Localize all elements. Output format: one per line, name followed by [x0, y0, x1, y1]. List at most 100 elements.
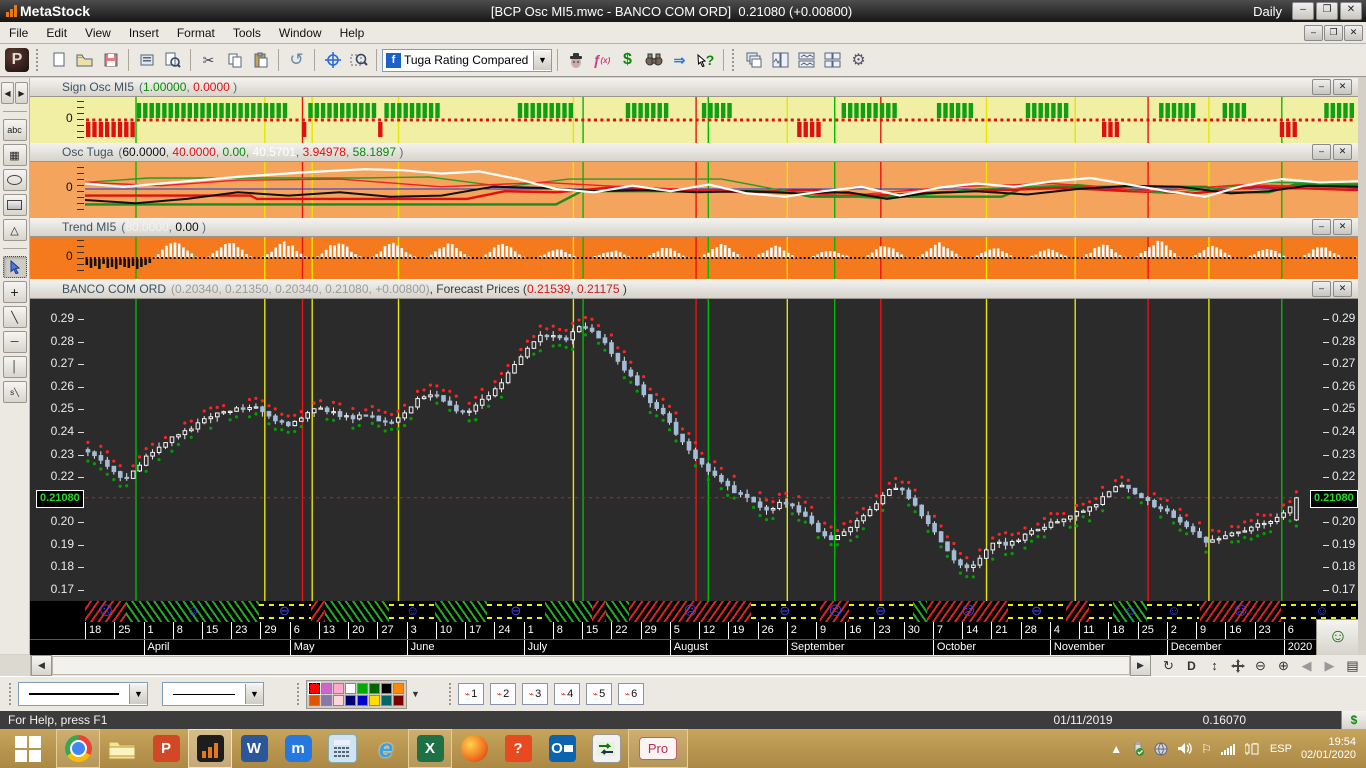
action-center-flag-icon[interactable]: ⚐: [1201, 742, 1212, 756]
taskbar-downloader[interactable]: [584, 729, 628, 768]
color-swatch[interactable]: [369, 695, 380, 706]
panel-minimize-button[interactable]: –: [1312, 219, 1331, 235]
taskbar-excel[interactable]: X: [408, 729, 452, 768]
taskbar-file-explorer[interactable]: [100, 729, 144, 768]
page-next-button[interactable]: ▶: [1318, 656, 1341, 675]
zoom-preset-2-button[interactable]: ⌁2: [490, 683, 516, 705]
color-swatch[interactable]: [393, 683, 404, 694]
panel-close-button[interactable]: ✕: [1333, 79, 1352, 95]
fit-vertical-button[interactable]: ↕: [1203, 656, 1226, 675]
color-swatch[interactable]: [381, 695, 392, 706]
menu-view[interactable]: View: [76, 24, 120, 42]
horizontal-line-tool[interactable]: ─: [3, 331, 27, 353]
tile-horizontal-button[interactable]: [794, 48, 819, 73]
open-chart-button[interactable]: [72, 48, 97, 73]
color-swatch[interactable]: [357, 695, 368, 706]
color-swatch[interactable]: [309, 695, 320, 706]
sign-osc-plot[interactable]: [85, 97, 1358, 143]
menu-tools[interactable]: Tools: [224, 24, 270, 42]
zoom-preset-4-button[interactable]: ⌁4: [554, 683, 580, 705]
battery-icon[interactable]: [1245, 743, 1261, 755]
candlestick-plot[interactable]: [85, 299, 1300, 601]
copy-button[interactable]: [222, 48, 247, 73]
paste-button[interactable]: [248, 48, 273, 73]
options-gear-button[interactable]: ⚙: [846, 48, 871, 73]
indicator-quicklist-combo[interactable]: f Tuga Rating Compared ▼: [382, 49, 552, 72]
color-swatch[interactable]: [357, 683, 368, 694]
line-weight-combo[interactable]: ▼: [162, 682, 264, 706]
signal-icon[interactable]: [1221, 743, 1236, 755]
expert-advisor-button[interactable]: [563, 48, 588, 73]
ellipse-tool[interactable]: [3, 169, 27, 191]
zoom-preset-6-button[interactable]: ⌁6: [618, 683, 644, 705]
vertical-line-tool[interactable]: │: [3, 356, 27, 378]
scroll-left-button[interactable]: ◀: [31, 655, 52, 676]
taskbar-maxthon[interactable]: m: [276, 729, 320, 768]
line-style-combo[interactable]: ▼: [18, 682, 148, 706]
downloader-button[interactable]: ⇒: [667, 48, 692, 73]
smiley-indicator-button[interactable]: ☺: [1316, 619, 1358, 655]
taskbar-chrome[interactable]: [56, 729, 100, 768]
taskbar-calculator[interactable]: [320, 729, 364, 768]
explorer-button[interactable]: [641, 48, 666, 73]
color-swatch[interactable]: [381, 683, 392, 694]
taskbar-pro[interactable]: Pro: [628, 729, 688, 768]
zoom-preset-5-button[interactable]: ⌁5: [586, 683, 612, 705]
grid-tool[interactable]: ▦: [3, 144, 27, 166]
system-tester-button[interactable]: $: [615, 48, 640, 73]
color-swatch[interactable]: [321, 683, 332, 694]
usb-icon[interactable]: [1131, 742, 1145, 756]
palette-dropdown-arrow[interactable]: ▼: [411, 689, 420, 699]
panel-minimize-button[interactable]: –: [1312, 144, 1331, 160]
trend-mi5-panel[interactable]: 0: [30, 237, 1358, 279]
crosshair-pointer-tool[interactable]: +: [3, 281, 27, 303]
zoom-in-button[interactable]: ⊕: [1272, 656, 1295, 675]
cut-button[interactable]: ✂: [196, 48, 221, 73]
chart-menu-button[interactable]: ▤: [1341, 656, 1364, 675]
pointer-tool[interactable]: [3, 256, 27, 278]
panel-close-button[interactable]: ✕: [1333, 144, 1352, 160]
menu-window[interactable]: Window: [270, 24, 331, 42]
taskbar-help[interactable]: ?: [496, 729, 540, 768]
network-icon[interactable]: [1154, 742, 1168, 756]
color-swatch[interactable]: [333, 683, 344, 694]
panel-minimize-button[interactable]: –: [1312, 79, 1331, 95]
window-minimize-button[interactable]: –: [1292, 2, 1314, 20]
volume-icon[interactable]: [1177, 742, 1192, 755]
color-swatch[interactable]: [321, 695, 332, 706]
combo-dropdown-arrow[interactable]: ▼: [129, 684, 147, 704]
tile-quad-button[interactable]: [820, 48, 845, 73]
child-minimize-button[interactable]: –: [1304, 25, 1323, 41]
save-chart-button[interactable]: [98, 48, 123, 73]
taskbar-word[interactable]: W: [232, 729, 276, 768]
panel-close-button[interactable]: ✕: [1333, 219, 1352, 235]
rectangle-tool[interactable]: [3, 194, 27, 216]
text-tool[interactable]: abc: [3, 119, 27, 141]
zoom-preset-3-button[interactable]: ⌁3: [522, 683, 548, 705]
panel-header-sign-osc[interactable]: Sign Osc MI5 (1.00000, 0.0000 ) – ✕: [30, 78, 1358, 97]
window-close-button[interactable]: ✕: [1340, 2, 1362, 20]
taskbar-outlook[interactable]: O: [540, 729, 584, 768]
zoom-area-button[interactable]: [346, 48, 371, 73]
new-chart-button[interactable]: [46, 48, 71, 73]
undo-button[interactable]: ↺: [284, 48, 309, 73]
panel-close-button[interactable]: ✕: [1333, 281, 1352, 297]
taskbar-internet-explorer[interactable]: e: [364, 729, 408, 768]
panel-header-banco-com-ord[interactable]: BANCO COM ORD (0.20340, 0.21350, 0.20340…: [30, 279, 1358, 299]
scrollbar-track[interactable]: [52, 656, 1130, 675]
scroll-right-tool[interactable]: ▶: [15, 82, 28, 104]
start-button[interactable]: [0, 729, 56, 768]
scroll-left-tool[interactable]: ◀: [1, 82, 14, 104]
pan-button[interactable]: [1226, 656, 1249, 675]
panel-header-osc-tuga[interactable]: Osc Tuga (60.0000, 40.0000, 0.00, 40.570…: [30, 143, 1358, 162]
taskbar-metastock[interactable]: [188, 729, 232, 768]
indicator-builder-button[interactable]: ƒ(x): [589, 48, 614, 73]
tray-expand-icon[interactable]: ▲: [1110, 742, 1122, 756]
combo-dropdown-arrow[interactable]: ▼: [245, 684, 263, 704]
menu-file[interactable]: File: [0, 24, 37, 42]
sign-osc-panel[interactable]: 0: [30, 97, 1358, 143]
color-swatch[interactable]: [333, 695, 344, 706]
tray-clock[interactable]: 19:54 02/01/2020: [1301, 736, 1356, 762]
color-palette[interactable]: [306, 680, 407, 709]
print-button[interactable]: [134, 48, 159, 73]
